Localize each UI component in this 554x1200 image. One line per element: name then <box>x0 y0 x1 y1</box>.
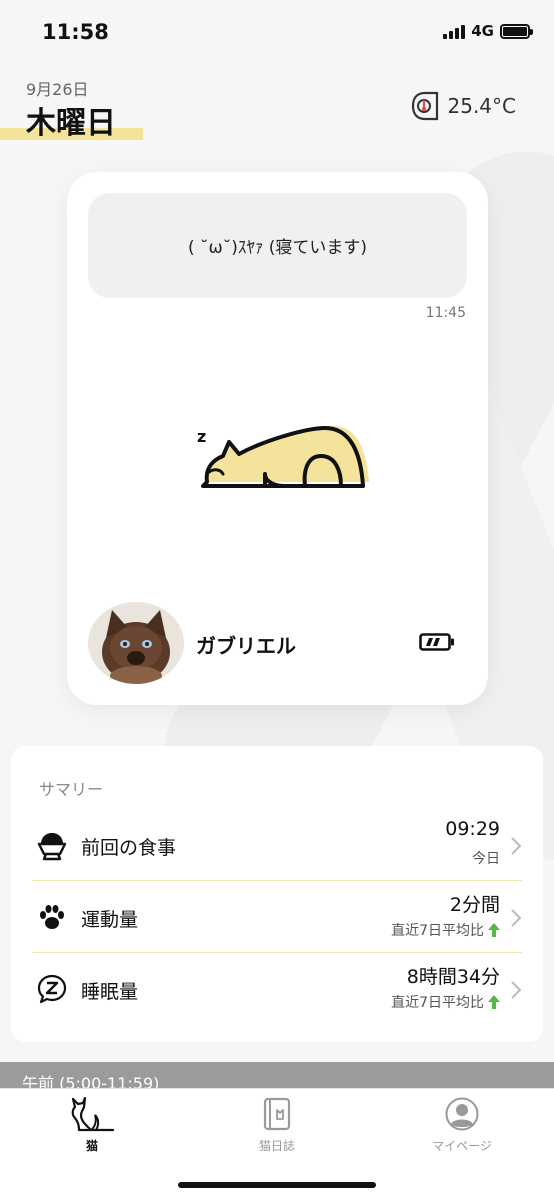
cat-status-card[interactable]: ( ˘ω˘)ｽﾔｧ (寝ています) 11:45 z ガブリエル <box>67 172 488 705</box>
row-sub: 直近7日平均比 <box>391 920 500 940</box>
sleep-z: z <box>197 427 206 446</box>
paw-icon <box>40 905 64 929</box>
status-message-time: 11:45 <box>425 305 466 321</box>
tab-label: マイページ <box>432 1139 492 1153</box>
chevron-right-icon <box>511 981 522 999</box>
tab-cat-diary[interactable]: 猫日誌 <box>185 1089 369 1159</box>
row-value: 2分間 <box>449 894 500 916</box>
cat-icon <box>71 1097 115 1132</box>
device-battery-icon <box>419 633 454 651</box>
row-sub-text: 直近7日平均比 <box>391 995 484 1011</box>
status-message: ( ˘ω˘)ｽﾔｧ (寝ています) <box>187 238 368 258</box>
row-sub-text: 今日 <box>472 851 500 867</box>
home-indicator[interactable] <box>178 1182 376 1188</box>
summary-card: サマリー 前回の食事 09:29 今日 運動量 2分間 直近7日平均比 睡眠量 … <box>11 746 543 1042</box>
thermometer-sensor-icon <box>411 91 438 121</box>
battery-icon <box>500 23 533 39</box>
row-label: 運動量 <box>81 909 139 931</box>
row-value: 09:29 <box>445 818 500 840</box>
summary-row-activity[interactable]: 運動量 2分間 直近7日平均比 <box>32 880 522 952</box>
row-label: 前回の食事 <box>81 837 177 859</box>
tab-label: 猫 <box>85 1139 98 1153</box>
cat-name: ガブリエル <box>196 634 296 658</box>
status-indicators: 4G <box>443 22 533 40</box>
row-sub: 直近7日平均比 <box>391 992 500 1012</box>
avatar[interactable] <box>88 602 184 684</box>
summary-title: サマリー <box>39 780 104 799</box>
chevron-right-icon <box>511 837 522 855</box>
signal-icon <box>443 24 466 39</box>
food-bowl-icon <box>37 833 67 861</box>
temperature-value: 25.4°C <box>447 94 517 118</box>
row-sub-text: 直近7日平均比 <box>391 923 484 939</box>
sleep-bubble-icon <box>37 974 67 1004</box>
trend-up-icon <box>488 923 500 937</box>
trend-up-icon <box>488 995 500 1009</box>
temperature-display[interactable]: 25.4°C <box>410 90 517 122</box>
row-sub: 今日 <box>472 848 500 868</box>
tab-cat[interactable]: 猫 <box>0 1089 184 1159</box>
status-bar: 11:58 4G <box>0 0 554 64</box>
page-title: 木曜日 <box>26 106 116 141</box>
profile-icon <box>445 1097 479 1131</box>
sleeping-cat-illustration: z <box>197 426 369 488</box>
summary-row-sleep[interactable]: 睡眠量 8時間34分 直近7日平均比 <box>32 952 522 1024</box>
tab-my-page[interactable]: マイページ <box>370 1089 554 1159</box>
diary-icon <box>263 1097 291 1131</box>
status-message-bubble: ( ˘ω˘)ｽﾔｧ (寝ています) <box>88 193 467 298</box>
summary-row-last-meal[interactable]: 前回の食事 09:29 今日 <box>32 808 522 880</box>
row-value: 8時間34分 <box>406 966 500 988</box>
row-label: 睡眠量 <box>81 981 139 1003</box>
status-time: 11:58 <box>42 20 109 44</box>
chevron-right-icon <box>511 909 522 927</box>
network-type: 4G <box>471 22 494 40</box>
weekday-heading: 木曜日 <box>0 96 145 144</box>
tab-label: 猫日誌 <box>258 1139 295 1153</box>
